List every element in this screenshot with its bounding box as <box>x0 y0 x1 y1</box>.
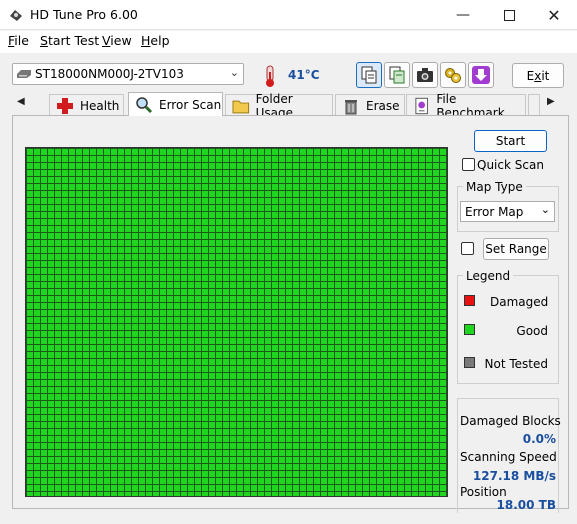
camera-icon <box>417 68 433 82</box>
tab-error-scan[interactable]: Error Scan <box>128 92 223 116</box>
scanning-speed-value: 127.18 MB/s <box>472 469 556 483</box>
trash-icon <box>345 99 357 114</box>
legend-swatch-good <box>464 324 475 335</box>
tab-health[interactable]: Health <box>49 94 124 116</box>
maximize-button[interactable] <box>486 0 532 30</box>
tab-file-benchmark[interactable]: File Benchmark <box>406 92 526 120</box>
save-button[interactable] <box>468 62 494 88</box>
copy-all-button[interactable] <box>384 62 410 88</box>
thermometer-icon <box>266 65 274 87</box>
block-map-gridlines <box>26 148 447 496</box>
minimize-icon: — <box>456 7 470 23</box>
position-label: Position <box>460 485 507 499</box>
damaged-blocks-value: 0.0% <box>522 432 556 446</box>
block-map-grid <box>26 148 447 496</box>
map-type-select[interactable]: Error Map ⌄ <box>460 201 555 222</box>
medical-cross-icon <box>57 97 73 114</box>
set-range-button[interactable]: Set Range <box>483 238 549 260</box>
quick-scan-checkbox[interactable] <box>462 158 475 171</box>
gears-icon <box>445 68 461 83</box>
options-button[interactable] <box>440 62 466 88</box>
damaged-blocks-label: Damaged Blocks <box>460 414 561 428</box>
menu-help[interactable]: Help <box>141 33 170 48</box>
maximize-icon <box>503 9 515 21</box>
drive-name: ST18000NM000J-2TV103 <box>35 67 184 81</box>
hard-drive-icon <box>17 70 31 78</box>
tab-erase[interactable]: Erase <box>335 94 405 116</box>
legend-swatch-damaged <box>464 295 475 306</box>
position-value: 18.00 TB <box>496 498 556 512</box>
chevron-down-icon: ⌄ <box>229 66 239 79</box>
temperature-indicator <box>257 63 283 89</box>
minimize-button[interactable]: — <box>440 0 486 30</box>
copy-info-button[interactable] <box>356 62 382 88</box>
chevron-down-icon: ⌄ <box>540 203 550 216</box>
tab-partial[interactable] <box>528 94 540 116</box>
menu-file[interactable]: File <box>8 33 29 48</box>
scanning-speed-label: Scanning Speed <box>460 450 557 464</box>
start-button[interactable]: Start <box>474 130 547 152</box>
temperature-value: 41°C <box>288 68 320 82</box>
download-arrow-icon <box>472 66 490 84</box>
set-range-checkbox[interactable] <box>461 242 474 255</box>
screenshot-button[interactable] <box>412 62 438 88</box>
tab-scroll-right[interactable]: ▶ <box>547 96 555 107</box>
triangle-left-icon: ◀ <box>17 96 25 107</box>
legend-label-not-tested: Not Tested <box>484 357 548 371</box>
legend-title: Legend <box>463 269 514 283</box>
close-button[interactable]: ✕ <box>531 0 577 30</box>
app-icon <box>8 7 24 23</box>
triangle-right-icon: ▶ <box>547 96 555 107</box>
copy-icon <box>361 66 377 84</box>
file-benchmark-icon <box>415 97 428 114</box>
quick-scan-label: Quick Scan <box>477 158 544 172</box>
window-title: HD Tune Pro 6.00 <box>30 7 138 22</box>
exit-button[interactable]: Ex it <box>512 63 564 88</box>
close-icon: ✕ <box>547 5 561 25</box>
drive-select[interactable]: ST18000NM000J-2TV103 ⌄ <box>12 63 244 85</box>
legend-label-good: Good <box>516 324 548 338</box>
legend-label-damaged: Damaged <box>490 295 549 309</box>
copy-green-icon <box>389 66 405 84</box>
menu-view[interactable]: View <box>102 33 132 48</box>
legend-swatch-not-tested <box>464 357 475 368</box>
menu-start-test[interactable]: Start Test <box>40 33 99 48</box>
tab-scroll-left[interactable]: ◀ <box>17 96 25 107</box>
folder-icon <box>232 100 250 113</box>
magnifier-icon <box>136 96 153 113</box>
tab-folder-usage[interactable]: Folder Usage <box>225 92 333 120</box>
map-type-value: Error Map <box>465 205 524 219</box>
block-map <box>25 147 448 497</box>
map-type-title: Map Type <box>463 180 526 194</box>
